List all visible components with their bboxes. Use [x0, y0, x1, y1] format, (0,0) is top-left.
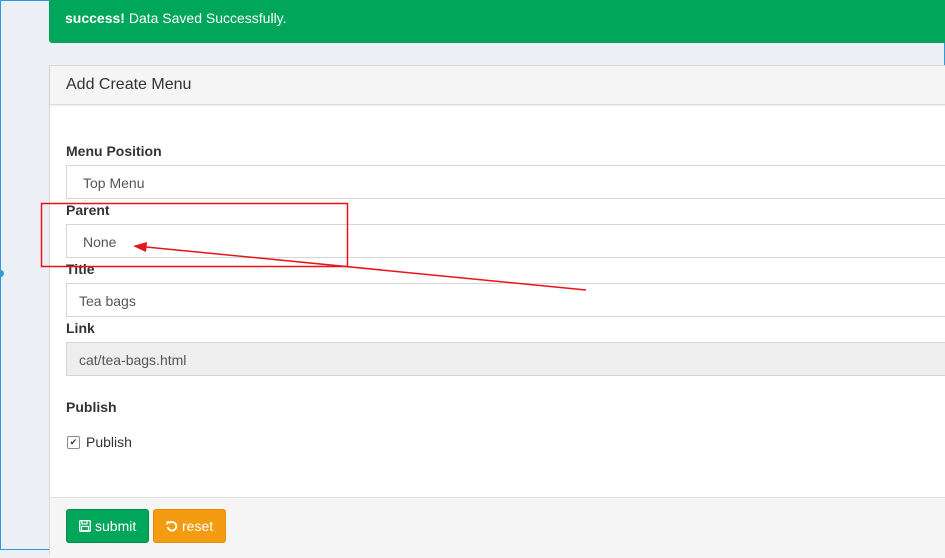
alert-strong: success! — [65, 10, 125, 26]
success-alert: success! Data Saved Successfully. — [49, 0, 945, 43]
menu-position-select[interactable]: Top Menu — [66, 165, 945, 199]
parent-label: Parent — [66, 202, 110, 218]
publish-label: Publish — [66, 399, 117, 415]
link-value: cat/tea-bags.html — [79, 352, 187, 368]
create-menu-panel: Add Create Menu Menu Position Top Menu P… — [49, 65, 945, 558]
title-label: Title — [66, 261, 95, 277]
alert-message: Data Saved Successfully. — [124, 10, 287, 26]
panel-heading: Add Create Menu — [50, 66, 945, 105]
publish-checkbox-label[interactable]: Publish — [86, 434, 132, 450]
save-icon — [79, 520, 91, 532]
parent-value: None — [83, 234, 117, 250]
title-input[interactable]: Tea bags — [66, 283, 945, 317]
checkmark-icon: ✔ — [69, 437, 78, 447]
title-value: Tea bags — [79, 293, 136, 309]
publish-checkbox[interactable]: ✔ — [67, 436, 80, 449]
submit-button[interactable]: submit — [66, 509, 149, 543]
panel-footer: submit reset — [50, 497, 945, 558]
menu-position-label: Menu Position — [66, 143, 162, 159]
reset-button[interactable]: reset — [153, 509, 226, 543]
parent-select[interactable]: None — [66, 224, 945, 258]
undo-icon — [166, 521, 178, 532]
reset-label: reset — [182, 518, 214, 534]
link-label: Link — [66, 320, 95, 336]
panel-title: Add Create Menu — [66, 76, 192, 93]
menu-position-value: Top Menu — [83, 175, 145, 191]
link-input[interactable]: cat/tea-bags.html — [66, 342, 945, 376]
submit-label: submit — [95, 518, 137, 534]
